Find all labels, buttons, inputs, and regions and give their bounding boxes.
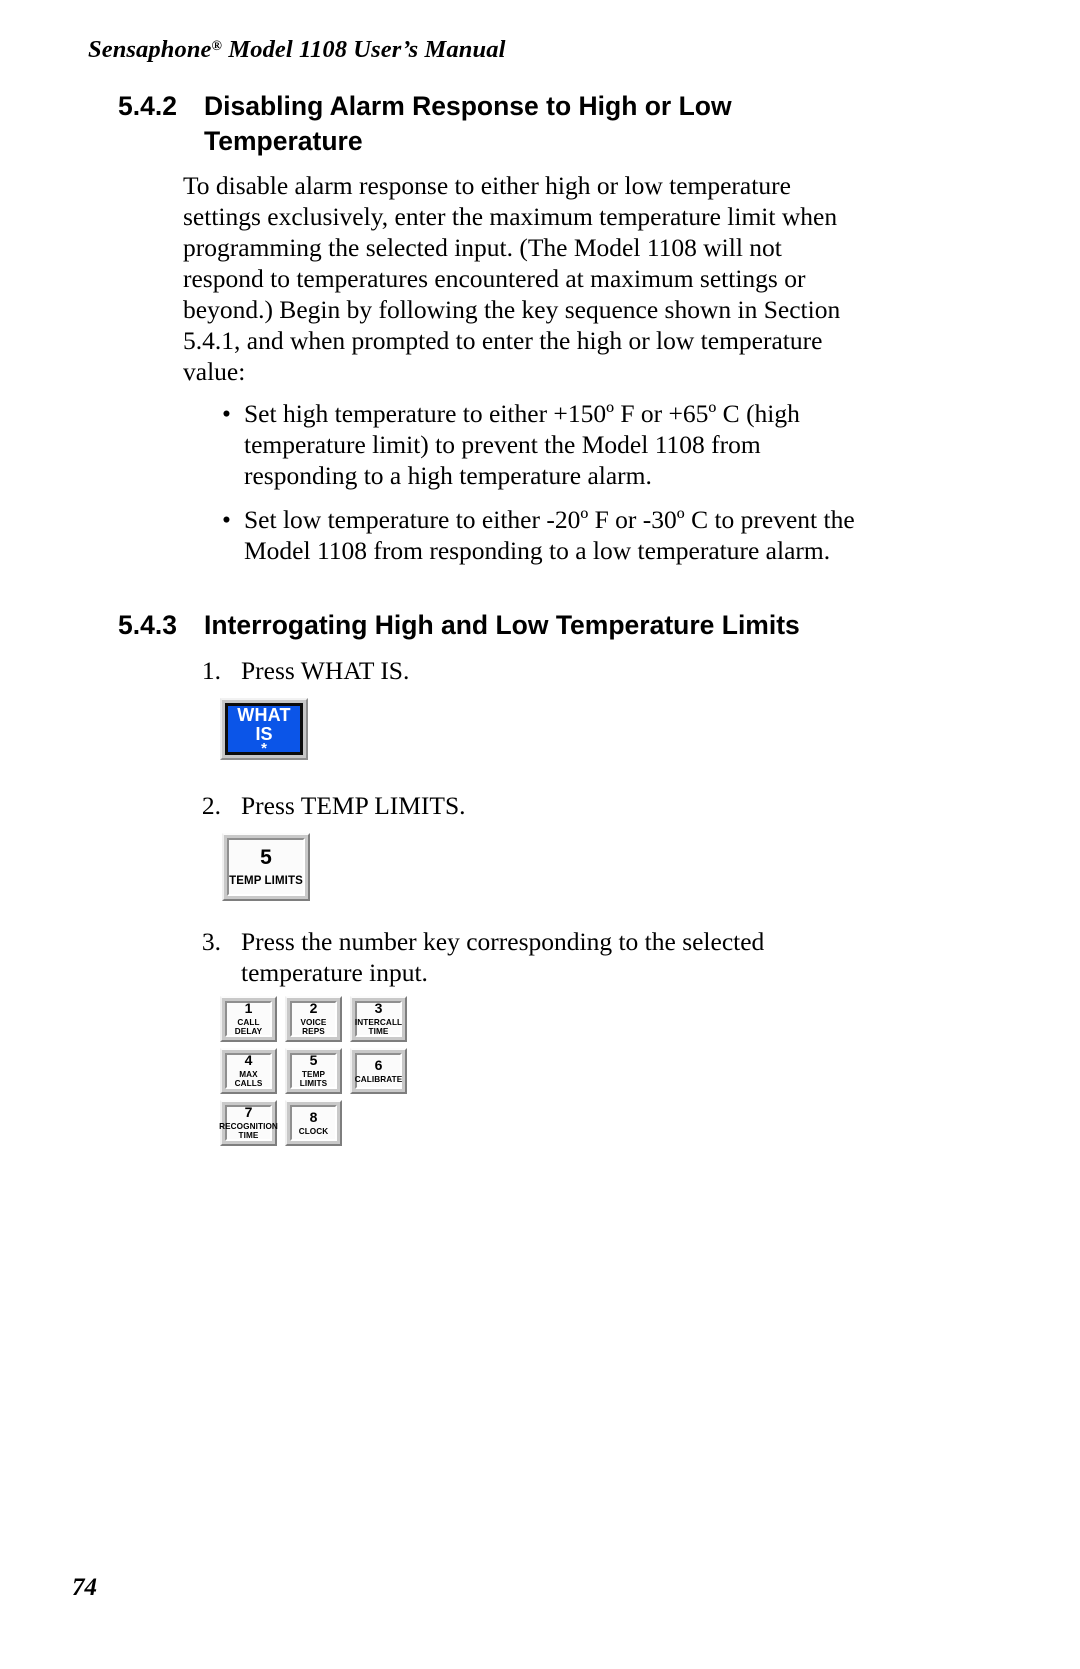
section-number-5-4-3: 5.4.3 [118, 610, 177, 640]
key-3-intercall-time: 3 INTERCALL TIME [350, 996, 407, 1042]
running-header-brand: Sensaphone [88, 36, 212, 63]
key-face: 2 VOICE REPS [290, 1001, 337, 1037]
key-digit: 2 [309, 1000, 318, 1017]
running-header-title: Model 1108 User’s Manual [222, 36, 506, 63]
key-caption-line2: REPS [302, 1027, 325, 1037]
key-caption-line2: TIME [368, 1027, 389, 1037]
key-2-voice-reps: 2 VOICE REPS [285, 996, 342, 1042]
bullet-marker-icon: • [222, 505, 231, 534]
step-text: Press the number key corresponding to th… [241, 927, 765, 987]
key-face: 1 CALL DELAY [225, 1001, 272, 1037]
key-caption-line1: RECOGNITION [219, 1121, 278, 1131]
key-caption-line1: CALL [237, 1017, 260, 1027]
registered-trademark-symbol: ® [211, 39, 223, 54]
section-number-5-4-2: 5.4.2 [118, 91, 177, 121]
key-digit: 1 [244, 1000, 253, 1017]
key-what-is-face: WHAT IS * [225, 703, 303, 757]
section-5-4-2-paragraph: To disable alarm response to either high… [183, 171, 841, 386]
section-title-5-4-3: Interrogating High and Low Temperature L… [204, 610, 800, 640]
key-temp-limits-digit: 5 [260, 845, 272, 869]
step-number: 3. [201, 927, 221, 956]
procedure-step-2: 2. Press TEMP LIMITS. [177, 790, 837, 821]
running-header: Sensaphone® Model 1108 User’s Manual [88, 36, 506, 64]
key-caption-line1: CALIBRATE [354, 1074, 403, 1084]
section-heading-5-4-2: 5.4.2 Disabling Alarm Response to High or… [118, 89, 838, 159]
key-6-calibrate: 6 CALIBRATE [350, 1048, 407, 1094]
list-item-text: Set low temperature to either -20º F or … [244, 505, 855, 565]
section-heading-5-4-3: 5.4.3 Interrogating High and Low Temperat… [118, 608, 938, 643]
key-caption-line1: TEMP LIMITS [299, 1069, 328, 1089]
key-caption-line1: MAX CALLS [234, 1069, 263, 1089]
key-what-is-asterisk-icon: * [261, 739, 267, 757]
key-face: 5 TEMP LIMITS [290, 1053, 337, 1089]
key-caption-line2: TIME [238, 1131, 259, 1141]
key-caption-line2: DELAY [234, 1027, 263, 1037]
key-caption-line1: VOICE [300, 1017, 327, 1027]
key-digit: 4 [244, 1052, 253, 1069]
procedure-step-1: 1. Press WHAT IS. [177, 655, 837, 686]
key-caption-line1: CLOCK [298, 1126, 329, 1136]
manual-page: Sensaphone® Model 1108 User’s Manual 5.4… [0, 0, 1080, 1669]
key-temp-limits-face: 5 TEMP LIMITS [227, 838, 305, 896]
key-face: 7 RECOGNITION TIME [219, 1104, 278, 1141]
keypad-row-3: 7 RECOGNITION TIME 8 CLOCK [219, 1100, 480, 1146]
key-face: 4 MAX CALLS [225, 1053, 272, 1089]
list-item: • Set high temperature to either +150º F… [222, 398, 874, 491]
list-item-text: Set high temperature to either +150º F o… [244, 399, 800, 490]
key-digit: 7 [244, 1104, 253, 1121]
step-number: 2. [201, 791, 221, 820]
key-8-clock: 8 CLOCK [285, 1100, 342, 1146]
keypad-diagram: 1 CALL DELAY 2 VOICE REPS 3 INTERCALL TI… [219, 996, 480, 1152]
keypad-row-1: 1 CALL DELAY 2 VOICE REPS 3 INTERCALL TI… [220, 996, 480, 1042]
section-title-5-4-2: Disabling Alarm Response to High or Low … [204, 91, 732, 156]
key-5-temp-limits: 5 TEMP LIMITS [285, 1048, 342, 1094]
step-text: Press TEMP LIMITS. [241, 791, 466, 820]
bullet-marker-icon: • [222, 399, 231, 428]
section-5-4-2-bullet-list: • Set high temperature to either +150º F… [222, 398, 874, 579]
key-digit: 3 [374, 1000, 383, 1017]
key-caption-line1: INTERCALL [354, 1017, 403, 1027]
procedure-step-3: 3. Press the number key corresponding to… [177, 926, 837, 988]
keypad-row-2: 4 MAX CALLS 5 TEMP LIMITS 6 CALIBRATE [220, 1048, 480, 1094]
key-4-max-calls: 4 MAX CALLS [220, 1048, 277, 1094]
key-temp-limits: 5 TEMP LIMITS [222, 833, 310, 901]
key-digit: 6 [374, 1056, 383, 1073]
key-digit: 5 [309, 1052, 318, 1069]
key-7-recognition-time: 7 RECOGNITION TIME [219, 1100, 278, 1146]
key-what-is: WHAT IS * [220, 698, 308, 760]
key-digit: 8 [309, 1108, 318, 1125]
key-what-is-label-line1: WHAT [237, 704, 291, 725]
key-face: 6 CALIBRATE [355, 1053, 402, 1089]
key-face: 3 INTERCALL TIME [355, 1001, 402, 1037]
step-number: 1. [201, 656, 221, 685]
step-text: Press WHAT IS. [241, 656, 410, 685]
key-temp-limits-caption: TEMP LIMITS [229, 874, 303, 887]
list-item: • Set low temperature to either -20º F o… [222, 504, 874, 566]
key-face: 8 CLOCK [290, 1105, 337, 1141]
page-number: 74 [72, 1574, 97, 1601]
key-1-call-delay: 1 CALL DELAY [220, 996, 277, 1042]
